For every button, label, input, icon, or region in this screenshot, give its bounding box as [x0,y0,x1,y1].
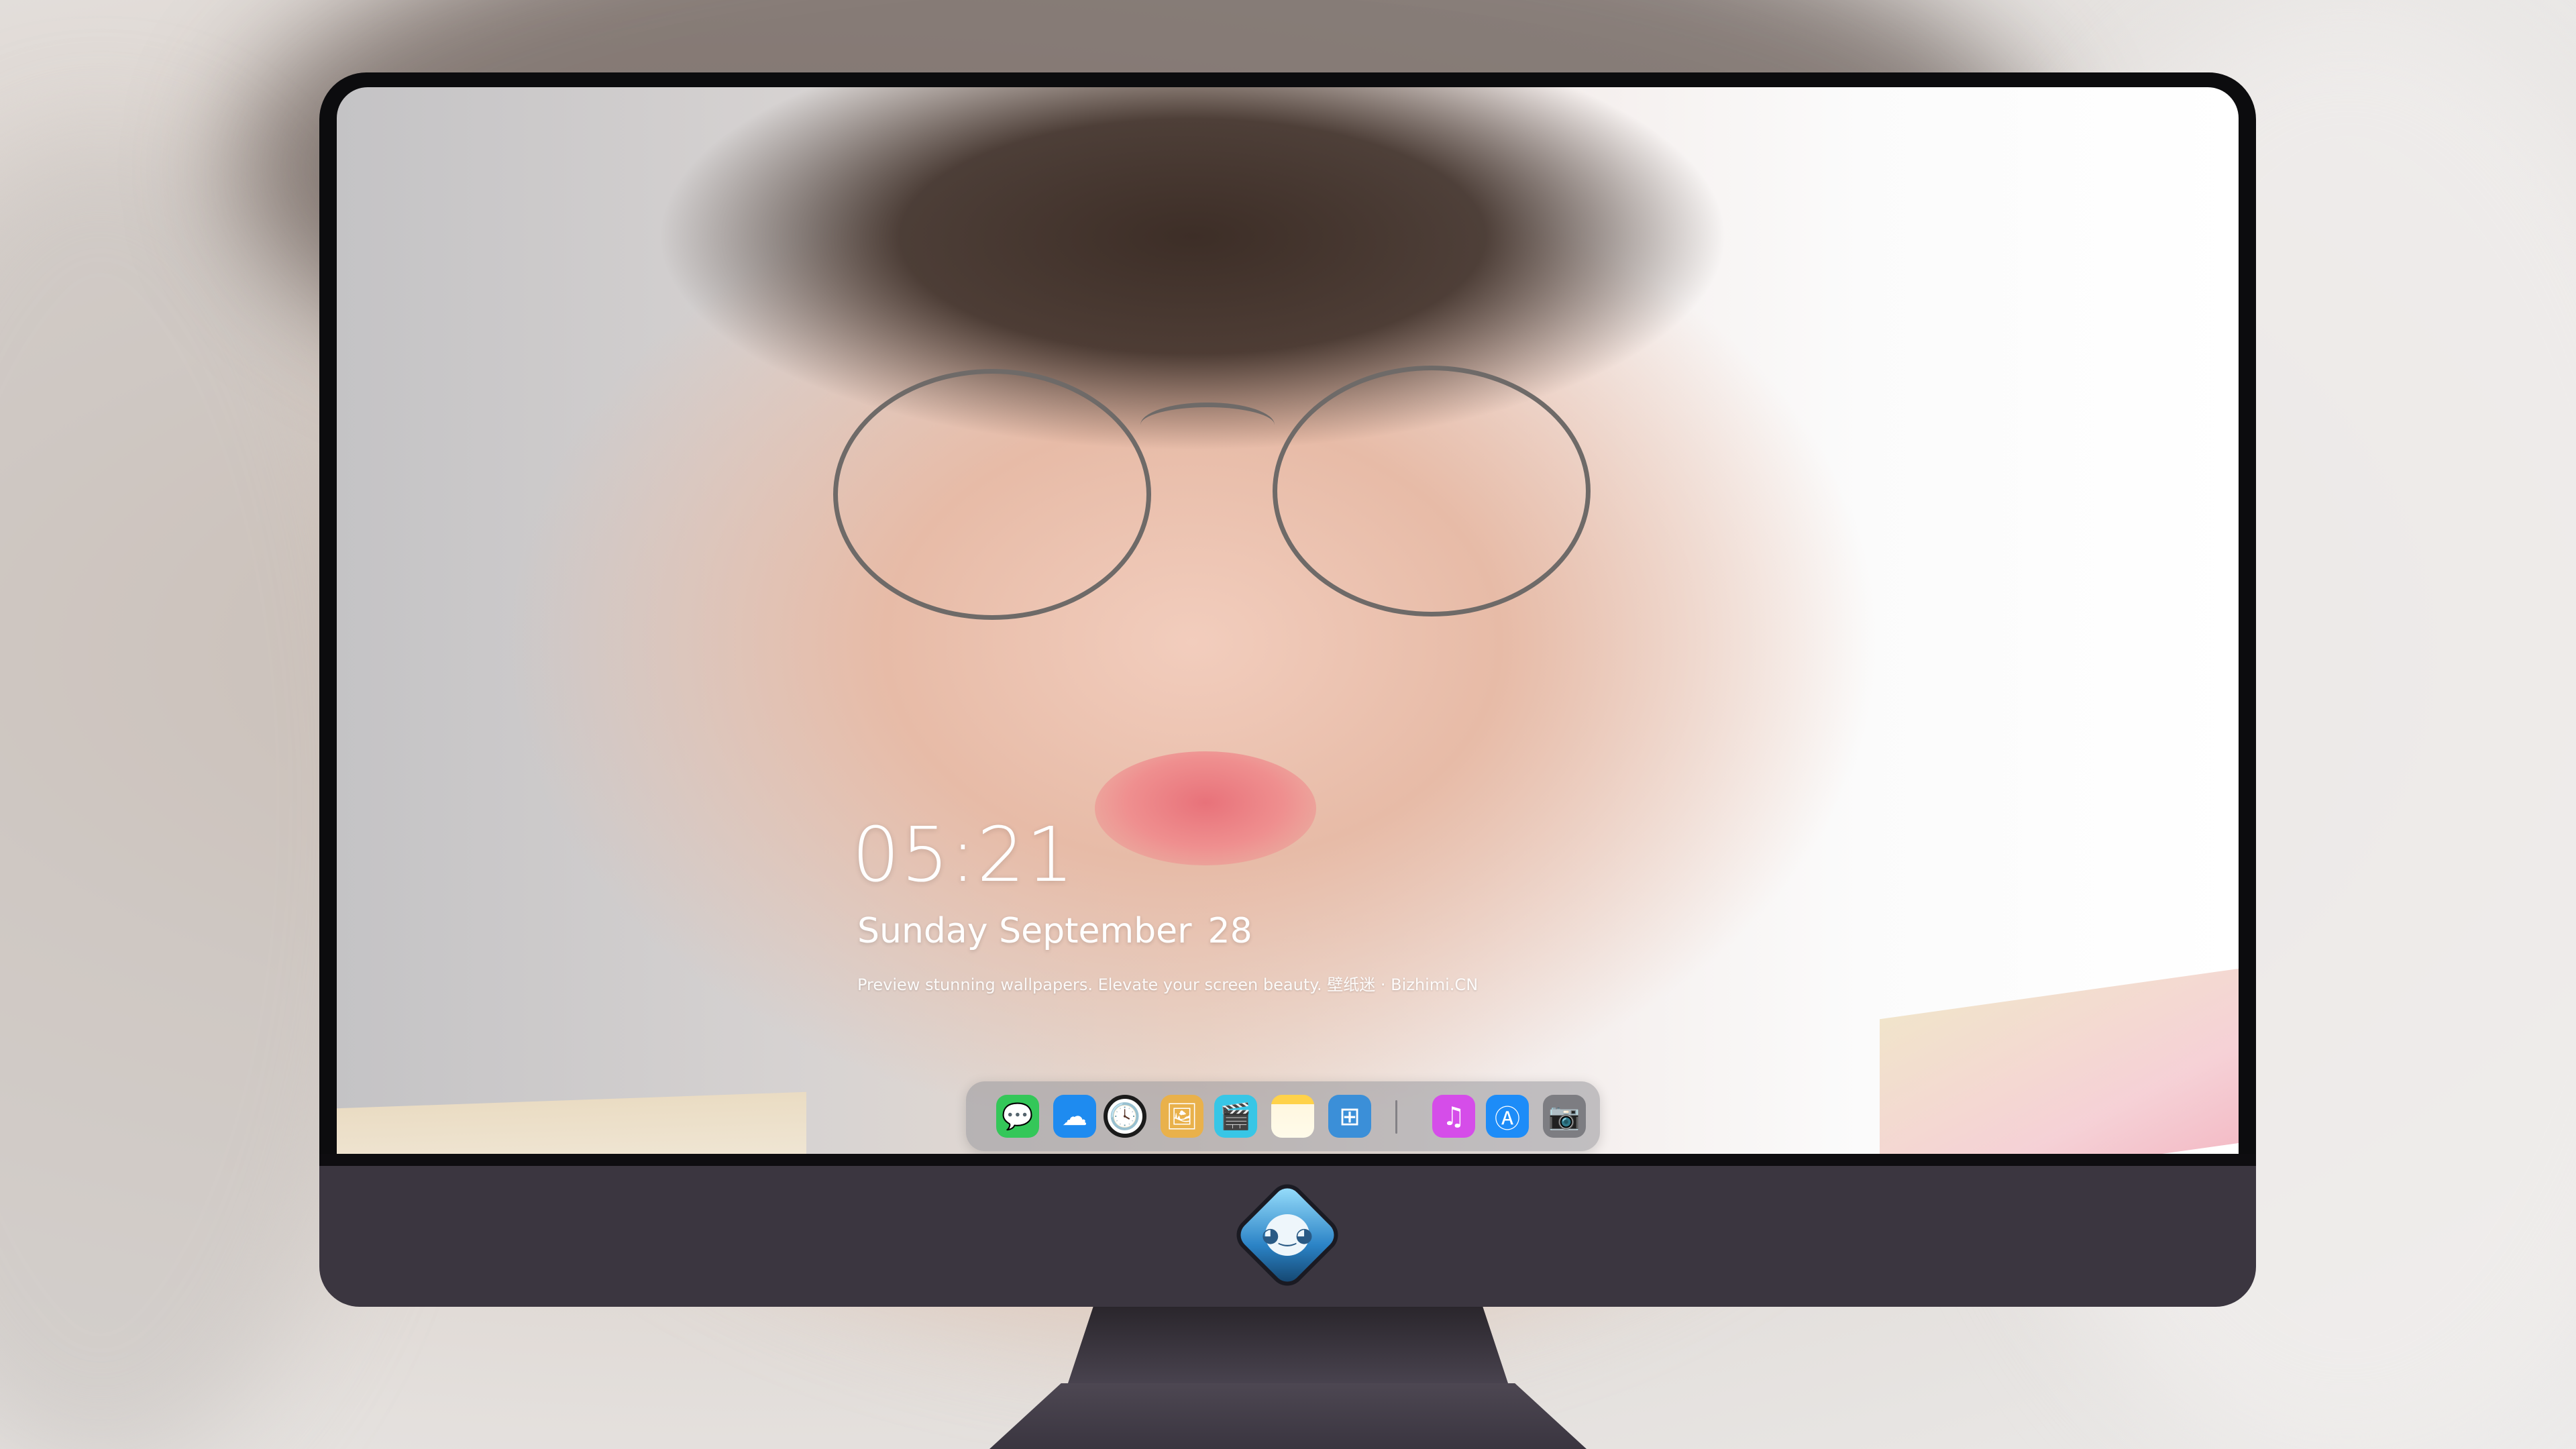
lockscreen-day: 28 [1208,911,1252,951]
messages-icon[interactable]: 💬 [996,1095,1039,1138]
lockscreen-tagline: Preview stunning wallpapers. Elevate you… [857,975,1479,994]
dock: 💬 ☁ 🕓 🖼 🎬 ⊞ ♫ Ⓐ 📷 [966,1081,1600,1151]
music-note-icon[interactable]: ♫ [1432,1095,1475,1138]
glasses-bridge [1140,402,1275,447]
wallpaper-book-right [1880,953,2239,1154]
wallpaper-book-left [337,1091,806,1154]
app-store-icon[interactable]: Ⓐ [1486,1095,1529,1138]
monitor-stand-base [989,1383,1587,1449]
clock-icon[interactable]: 🕓 [1104,1095,1146,1138]
wallpaper-lips [1095,751,1316,865]
dock-divider [1395,1100,1397,1134]
monitor-stand-neck [1067,1307,1509,1387]
glasses-lens-left [833,369,1151,620]
notes-icon[interactable] [1271,1095,1314,1138]
lockscreen-date: Sunday September 28 [857,911,1252,951]
lockscreen-weekday-month: Sunday September [857,911,1192,951]
clapperboard-icon[interactable]: 🎬 [1214,1095,1257,1138]
photos-icon[interactable]: ⊞ [1328,1095,1371,1138]
desktop-background: 05:21 Sunday September 28 Preview stunnin… [0,0,2576,1449]
weather-icon[interactable]: ☁ [1053,1095,1096,1138]
monitor-screen-wallpaper: 05:21 Sunday September 28 Preview stunnin… [337,87,2239,1154]
lockscreen-time: 05:21 [852,812,1075,899]
mascot-face-icon: ◕‿◕ [1262,1214,1313,1256]
glasses-lens-right [1273,366,1591,616]
preview-icon[interactable]: 🖼 [1161,1095,1203,1138]
camera-icon[interactable]: 📷 [1543,1095,1586,1138]
